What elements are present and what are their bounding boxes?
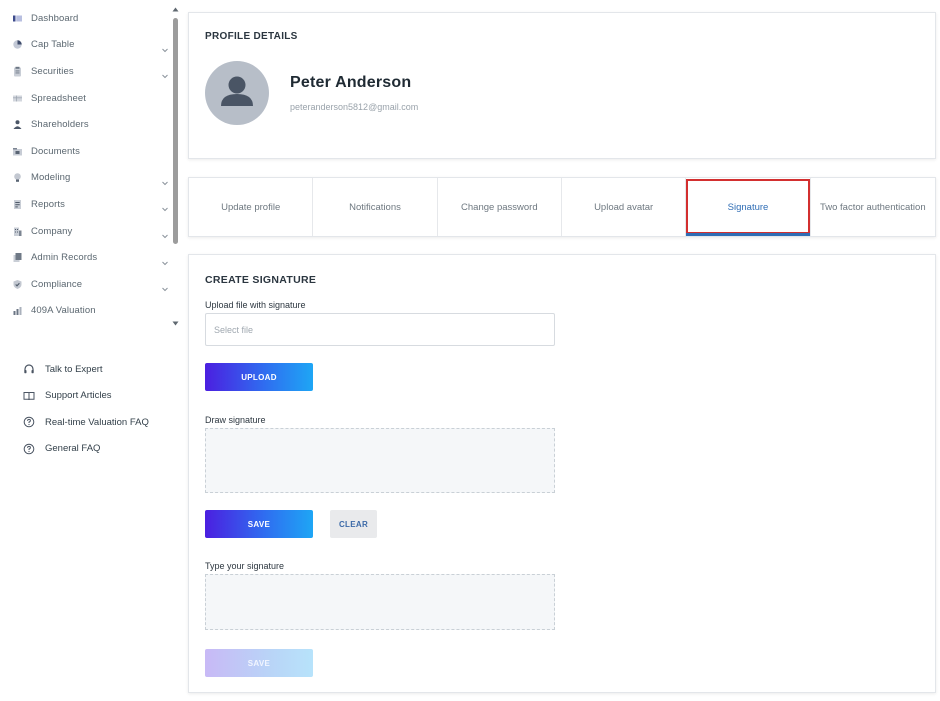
- sidebar-item-label: Admin Records: [31, 252, 98, 264]
- headphones-icon: [23, 363, 35, 375]
- draw-signature-canvas[interactable]: [205, 428, 555, 493]
- tab-signature-label: Signature: [727, 201, 769, 213]
- profile-details-card: PROFILE DETAILS Peter Anderson peterande…: [188, 12, 936, 159]
- profile-section-title: PROFILE DETAILS: [205, 31, 298, 42]
- shield-icon: [12, 279, 23, 290]
- sidebar-item-label: Compliance: [31, 278, 83, 290]
- sidebar-item-label: Shareholders: [31, 119, 89, 131]
- file-select-input[interactable]: Select file: [205, 313, 555, 346]
- chevron-down-icon: [161, 227, 169, 239]
- help-item-label: General FAQ: [45, 443, 101, 455]
- sidebar-item-compliance[interactable]: Compliance: [0, 271, 172, 298]
- type-signature-label: Type your signature: [205, 561, 285, 571]
- sidebar-item-label: Company: [31, 225, 73, 237]
- type-signature-input[interactable]: [205, 574, 555, 630]
- sidebar-item-shareholders[interactable]: Shareholders: [0, 111, 172, 138]
- sidebar-item-securities[interactable]: Securities: [0, 58, 172, 85]
- help-links: Talk to Expert Support Articles Real-tim…: [0, 356, 183, 462]
- sidebar-item-reports[interactable]: Reports: [0, 191, 172, 218]
- profile-email: peteranderson5812@gmail.com: [290, 102, 419, 112]
- folder-icon: [12, 146, 23, 157]
- sidebar-item-admin-records[interactable]: Admin Records: [0, 244, 172, 271]
- tab-upload-avatar[interactable]: Upload avatar: [562, 178, 687, 236]
- valuation-chart-icon: [12, 305, 23, 316]
- sidebar-item-label: Spreadsheet: [31, 92, 86, 104]
- draw-signature-label: Draw signature: [205, 415, 266, 425]
- spreadsheet-icon: [12, 93, 23, 104]
- file-select-placeholder: Select file: [214, 324, 254, 335]
- clear-signature-button[interactable]: CLEAR: [330, 510, 377, 538]
- scroll-up-arrow-icon[interactable]: [172, 6, 179, 14]
- sidebar-item-company[interactable]: Company: [0, 218, 172, 245]
- chevron-down-icon: [161, 41, 169, 53]
- sidebar-item-label: Documents: [31, 145, 80, 157]
- scrollbar-thumb[interactable]: [173, 18, 178, 244]
- tab-two-factor-authentication[interactable]: Two factor authentication: [811, 178, 935, 236]
- save-drawn-signature-button[interactable]: SAVE: [205, 510, 313, 538]
- profile-tabs: Update profile Notifications Change pass…: [188, 177, 936, 237]
- user-avatar-icon: [221, 76, 253, 106]
- pie-chart-icon: [12, 39, 23, 50]
- records-icon: [12, 252, 23, 263]
- sidebar-item-label: Securities: [31, 65, 74, 77]
- scroll-down-arrow-icon[interactable]: [172, 320, 179, 328]
- help-item-label: Support Articles: [45, 390, 112, 402]
- chevron-down-icon: [161, 67, 169, 79]
- help-item-label: Real-time Valuation FAQ: [45, 416, 149, 428]
- tab-update-profile[interactable]: Update profile: [189, 178, 314, 236]
- sidebar-nav: Dashboard Cap Table Securities Spreadshe…: [0, 5, 172, 324]
- help-item-real-time-valuation-faq[interactable]: Real-time Valuation FAQ: [0, 409, 183, 436]
- clipboard-icon: [12, 66, 23, 77]
- sidebar-item-cap-table[interactable]: Cap Table: [0, 32, 172, 59]
- sidebar-item-label: 409A Valuation: [31, 305, 96, 317]
- tab-notifications[interactable]: Notifications: [313, 178, 438, 236]
- building-icon: [12, 226, 23, 237]
- profile-name: Peter Anderson: [290, 74, 412, 91]
- upload-button[interactable]: UPLOAD: [205, 363, 313, 391]
- sidebar-item-documents[interactable]: Documents: [0, 138, 172, 165]
- sidebar-item-dashboard[interactable]: Dashboard: [0, 5, 172, 32]
- sidebar-item-label: Reports: [31, 198, 65, 210]
- dashboard-icon: [12, 13, 23, 24]
- sidebar-item-label: Dashboard: [31, 12, 79, 24]
- save-typed-signature-button[interactable]: SAVE: [205, 649, 313, 677]
- book-icon: [23, 390, 35, 402]
- user-icon: [12, 119, 23, 130]
- question-circle-icon: [23, 443, 35, 455]
- chevron-down-icon: [161, 280, 169, 292]
- help-item-label: Talk to Expert: [45, 363, 103, 375]
- sidebar: Dashboard Cap Table Securities Spreadshe…: [0, 0, 183, 701]
- lightbulb-icon: [12, 172, 23, 183]
- sidebar-scrollbar[interactable]: [172, 6, 179, 328]
- create-signature-card: CREATE SIGNATURE Upload file with signat…: [188, 254, 936, 693]
- chevron-down-icon: [161, 254, 169, 265]
- tab-signature[interactable]: Signature: [686, 178, 811, 236]
- upload-file-label: Upload file with signature: [205, 300, 306, 310]
- avatar: [205, 61, 269, 125]
- report-icon: [12, 199, 23, 210]
- chevron-down-icon: [161, 174, 169, 186]
- sidebar-item-label: Cap Table: [31, 39, 75, 51]
- sidebar-item-label: Modeling: [31, 172, 71, 184]
- question-circle-icon: [23, 416, 35, 428]
- sidebar-item-409a-valuation[interactable]: 409A Valuation: [0, 298, 172, 325]
- help-item-talk-to-expert[interactable]: Talk to Expert: [0, 356, 183, 383]
- chevron-down-icon: [161, 200, 169, 212]
- sidebar-item-modeling[interactable]: Modeling: [0, 165, 172, 192]
- sidebar-item-spreadsheet[interactable]: Spreadsheet: [0, 85, 172, 112]
- signature-section-title: CREATE SIGNATURE: [205, 274, 317, 286]
- tab-change-password[interactable]: Change password: [438, 178, 562, 236]
- help-item-support-articles[interactable]: Support Articles: [0, 383, 183, 410]
- help-item-general-faq[interactable]: General FAQ: [0, 436, 183, 463]
